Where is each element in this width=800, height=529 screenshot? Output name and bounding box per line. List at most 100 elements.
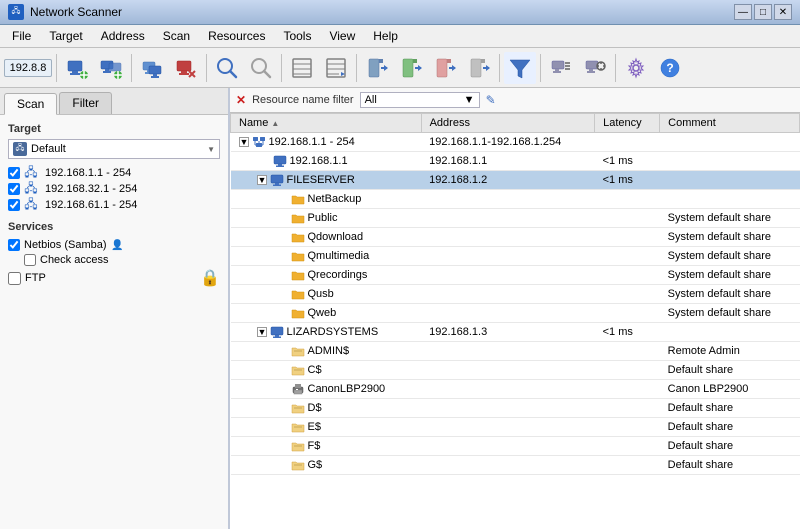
cell-comment: Default share xyxy=(660,437,800,456)
pc-icon xyxy=(270,173,284,187)
menu-help[interactable]: Help xyxy=(365,27,406,45)
config1-button[interactable] xyxy=(545,52,577,84)
cell-address xyxy=(421,342,595,361)
cell-comment: Default share xyxy=(660,456,800,475)
table-row[interactable]: Public System default share xyxy=(231,209,800,228)
scan-options-button[interactable] xyxy=(245,52,277,84)
menu-resources[interactable]: Resources xyxy=(200,27,273,45)
target-select[interactable]: 🖧 Default ▼ xyxy=(8,139,220,159)
target-dropdown[interactable]: 🖧 Default ▼ xyxy=(8,139,220,159)
table-row[interactable]: C$ Default share xyxy=(231,361,800,380)
cell-latency xyxy=(595,266,660,285)
minimize-button[interactable]: — xyxy=(734,4,752,20)
tab-scan[interactable]: Scan xyxy=(4,93,57,115)
cell-comment: System default share xyxy=(660,285,800,304)
menu-scan[interactable]: Scan xyxy=(155,27,198,45)
tab-filter[interactable]: Filter xyxy=(59,92,112,114)
row-name-text: LIZARDSYSTEMS xyxy=(287,326,379,338)
table-row[interactable]: F$ Default share xyxy=(231,437,800,456)
range-checkbox-3[interactable] xyxy=(8,199,20,211)
find-button[interactable] xyxy=(286,52,318,84)
table-row[interactable]: Qrecordings System default share xyxy=(231,266,800,285)
cell-name: Public xyxy=(231,209,422,228)
maximize-button[interactable]: □ xyxy=(754,4,772,20)
table-row[interactable]: ▼LIZARDSYSTEMS 192.168.1.3 <1 ms xyxy=(231,323,800,342)
help-button[interactable]: ? xyxy=(654,52,686,84)
table-row[interactable]: 192.168.1.1 192.168.1.1 <1 ms xyxy=(231,152,800,171)
network-icon xyxy=(252,135,266,149)
scan-panel: Target 🖧 Default ▼ 🖧 192.168.1.1 - 254 xyxy=(0,115,228,529)
scan-button[interactable] xyxy=(211,52,243,84)
cell-latency: <1 ms xyxy=(595,152,660,171)
row-name-text: 192.168.1.1 xyxy=(290,155,348,167)
filter-bar: ✕ Resource name filter All ▼ ✎ xyxy=(230,88,800,113)
table-row[interactable]: D$ Default share xyxy=(231,399,800,418)
toolbar-sep-6 xyxy=(499,54,500,82)
results-table[interactable]: Name ▲ Address Latency Comment ▼192.168.… xyxy=(230,113,800,529)
table-row[interactable]: ▼192.168.1.1 - 254 192.168.1.1-192.168.1… xyxy=(231,133,800,152)
cell-latency xyxy=(595,342,660,361)
menu-tools[interactable]: Tools xyxy=(275,27,319,45)
col-comment[interactable]: Comment xyxy=(660,114,800,133)
check-access-checkbox[interactable] xyxy=(24,254,36,266)
table-row[interactable]: Qdownload System default share xyxy=(231,228,800,247)
cell-latency: <1 ms xyxy=(595,171,660,190)
table-row[interactable]: Qusb System default share xyxy=(231,285,800,304)
menu-address[interactable]: Address xyxy=(93,27,153,45)
range-checkbox-2[interactable] xyxy=(8,183,20,195)
folder-icon xyxy=(291,268,305,282)
export2-button[interactable] xyxy=(395,52,427,84)
table-row[interactable]: ▼FILESERVER 192.168.1.2 <1 ms xyxy=(231,171,800,190)
menu-file[interactable]: File xyxy=(4,27,39,45)
row-name-text: NetBackup xyxy=(308,193,362,205)
config2-button[interactable] xyxy=(579,52,611,84)
tree-toggle[interactable]: ▼ xyxy=(257,175,267,185)
col-address[interactable]: Address xyxy=(421,114,595,133)
filter-dropdown[interactable]: All ▼ xyxy=(360,92,480,108)
menubar: File Target Address Scan Resources Tools… xyxy=(0,25,800,48)
export4-button[interactable] xyxy=(463,52,495,84)
cell-name: C$ xyxy=(231,361,422,380)
copy-button[interactable] xyxy=(136,52,168,84)
row-name-text: Qrecordings xyxy=(308,269,368,281)
ftp-checkbox[interactable] xyxy=(8,272,21,285)
cell-comment: Default share xyxy=(660,361,800,380)
filter-dropdown-arrow: ▼ xyxy=(464,94,475,106)
table-row[interactable]: Qmultimedia System default share xyxy=(231,247,800,266)
remove-button[interactable] xyxy=(170,52,202,84)
menu-view[interactable]: View xyxy=(321,27,363,45)
filter-button[interactable] xyxy=(504,52,536,84)
table-row[interactable]: NetBackup xyxy=(231,190,800,209)
cell-comment xyxy=(660,190,800,209)
filter-clear-button[interactable]: ✕ xyxy=(236,93,246,107)
tree-toggle[interactable]: ▼ xyxy=(239,137,249,147)
col-latency[interactable]: Latency xyxy=(595,114,660,133)
netbios-checkbox[interactable] xyxy=(8,239,20,251)
table-row[interactable]: Qweb System default share xyxy=(231,304,800,323)
settings-button[interactable] xyxy=(620,52,652,84)
export1-button[interactable] xyxy=(361,52,393,84)
table-row[interactable]: G$ Default share xyxy=(231,456,800,475)
cell-comment xyxy=(660,133,800,152)
network-icon-3: 🖧 xyxy=(24,198,38,212)
close-button[interactable]: ✕ xyxy=(774,4,792,20)
window-controls[interactable]: — □ ✕ xyxy=(734,4,792,20)
table-row[interactable]: CanonLBP2900 Canon LBP2900 xyxy=(231,380,800,399)
add-host-button[interactable] xyxy=(61,52,93,84)
add-range-button[interactable] xyxy=(95,52,127,84)
table-row[interactable]: E$ Default share xyxy=(231,418,800,437)
find-next-button[interactable] xyxy=(320,52,352,84)
filter-edit-button[interactable]: ✎ xyxy=(486,93,496,107)
filter-label: Resource name filter xyxy=(252,94,354,106)
export3-button[interactable] xyxy=(429,52,461,84)
table-row[interactable]: ADMIN$ Remote Admin xyxy=(231,342,800,361)
range-checkbox-1[interactable] xyxy=(8,167,20,179)
toolbar-sep-8 xyxy=(615,54,616,82)
tree-toggle[interactable]: ▼ xyxy=(257,327,267,337)
share-icon xyxy=(291,344,305,358)
share-icon xyxy=(291,439,305,453)
col-name[interactable]: Name ▲ xyxy=(231,114,422,133)
share-icon xyxy=(291,401,305,415)
services-section-label: Services xyxy=(8,221,220,233)
menu-target[interactable]: Target xyxy=(41,27,90,45)
